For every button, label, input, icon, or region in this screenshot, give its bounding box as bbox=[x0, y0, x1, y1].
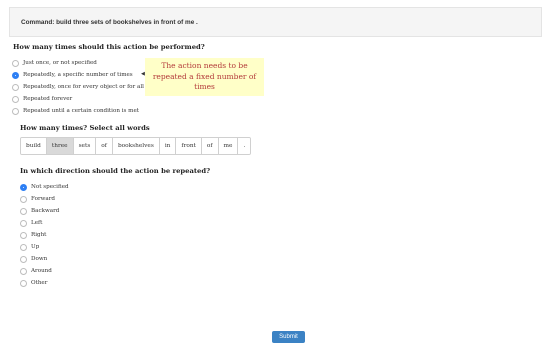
option-label: Right bbox=[31, 232, 47, 238]
direction-option-forward[interactable]: Forward bbox=[20, 195, 55, 204]
word-button[interactable]: of bbox=[201, 138, 219, 154]
radio-selected-icon[interactable] bbox=[12, 72, 19, 79]
option-label: Other bbox=[31, 280, 48, 286]
command-header: Command: build three sets of bookshelves… bbox=[9, 7, 542, 37]
option-label: Up bbox=[31, 244, 40, 250]
option-forever[interactable]: Repeated forever bbox=[12, 95, 72, 104]
hint-tooltip: The action needs to be repeated a fixed … bbox=[145, 58, 264, 96]
radio-icon[interactable] bbox=[12, 96, 19, 103]
direction-option-backward[interactable]: Backward bbox=[20, 207, 59, 216]
radio-icon[interactable] bbox=[20, 268, 27, 275]
word-button[interactable]: front bbox=[176, 138, 202, 154]
radio-icon[interactable] bbox=[20, 280, 27, 287]
radio-selected-icon[interactable] bbox=[20, 184, 27, 191]
direction-option-up[interactable]: Up bbox=[20, 243, 39, 252]
option-label: Repeated forever bbox=[23, 96, 73, 102]
word-selector: build three sets of bookshelves in front… bbox=[20, 137, 252, 155]
option-specific-number[interactable]: Repeatedly, a specific number of times bbox=[12, 71, 133, 80]
option-label: Just once, or not specified bbox=[23, 60, 97, 66]
direction-option-down[interactable]: Down bbox=[20, 255, 47, 264]
direction-option-around[interactable]: Around bbox=[20, 267, 52, 276]
word-button[interactable]: . bbox=[238, 138, 251, 154]
question-select-words: How many times? Select all words bbox=[20, 124, 150, 132]
radio-icon[interactable] bbox=[20, 208, 27, 215]
radio-icon[interactable] bbox=[12, 84, 19, 91]
option-label: Around bbox=[31, 268, 52, 274]
option-label: Left bbox=[31, 220, 43, 226]
word-button-selected[interactable]: three bbox=[46, 138, 74, 154]
radio-icon[interactable] bbox=[20, 196, 27, 203]
radio-icon[interactable] bbox=[12, 60, 19, 67]
question-repeat-count: How many times should this action be per… bbox=[13, 43, 205, 51]
radio-icon[interactable] bbox=[20, 220, 27, 227]
option-label: Backward bbox=[31, 208, 60, 214]
radio-icon[interactable] bbox=[20, 256, 27, 263]
word-button[interactable]: sets bbox=[73, 138, 97, 154]
tooltip-line: times bbox=[194, 82, 215, 91]
option-label: Repeated until a certain condition is me… bbox=[23, 108, 140, 114]
question-direction: In which direction should the action be … bbox=[20, 167, 211, 175]
tooltip-line: The action needs to be bbox=[161, 61, 248, 70]
direction-option-right[interactable]: Right bbox=[20, 231, 46, 240]
option-label: Repeatedly, a specific number of times bbox=[23, 72, 133, 78]
submit-button[interactable]: Submit bbox=[272, 331, 305, 343]
option-label: Forward bbox=[31, 196, 55, 202]
option-label: Not specified bbox=[31, 184, 69, 190]
radio-icon[interactable] bbox=[20, 232, 27, 239]
word-button[interactable]: in bbox=[159, 138, 177, 154]
tooltip-line: repeated a fixed number of bbox=[152, 71, 257, 81]
word-button[interactable]: bookshelves bbox=[112, 138, 160, 154]
direction-option-left[interactable]: Left bbox=[20, 219, 42, 228]
radio-icon[interactable] bbox=[20, 244, 27, 251]
word-button[interactable]: of bbox=[96, 138, 113, 154]
option-label: Down bbox=[31, 256, 48, 262]
radio-icon[interactable] bbox=[12, 108, 19, 115]
direction-option-not-specified[interactable]: Not specified bbox=[20, 183, 69, 192]
word-button[interactable]: build bbox=[21, 138, 47, 154]
option-every-object[interactable]: Repeatedly, once for every object or for… bbox=[12, 83, 166, 92]
direction-option-other[interactable]: Other bbox=[20, 279, 47, 288]
option-until-condition[interactable]: Repeated until a certain condition is me… bbox=[12, 107, 139, 116]
option-just-once[interactable]: Just once, or not specified bbox=[12, 59, 97, 68]
word-button[interactable]: me bbox=[218, 138, 239, 154]
